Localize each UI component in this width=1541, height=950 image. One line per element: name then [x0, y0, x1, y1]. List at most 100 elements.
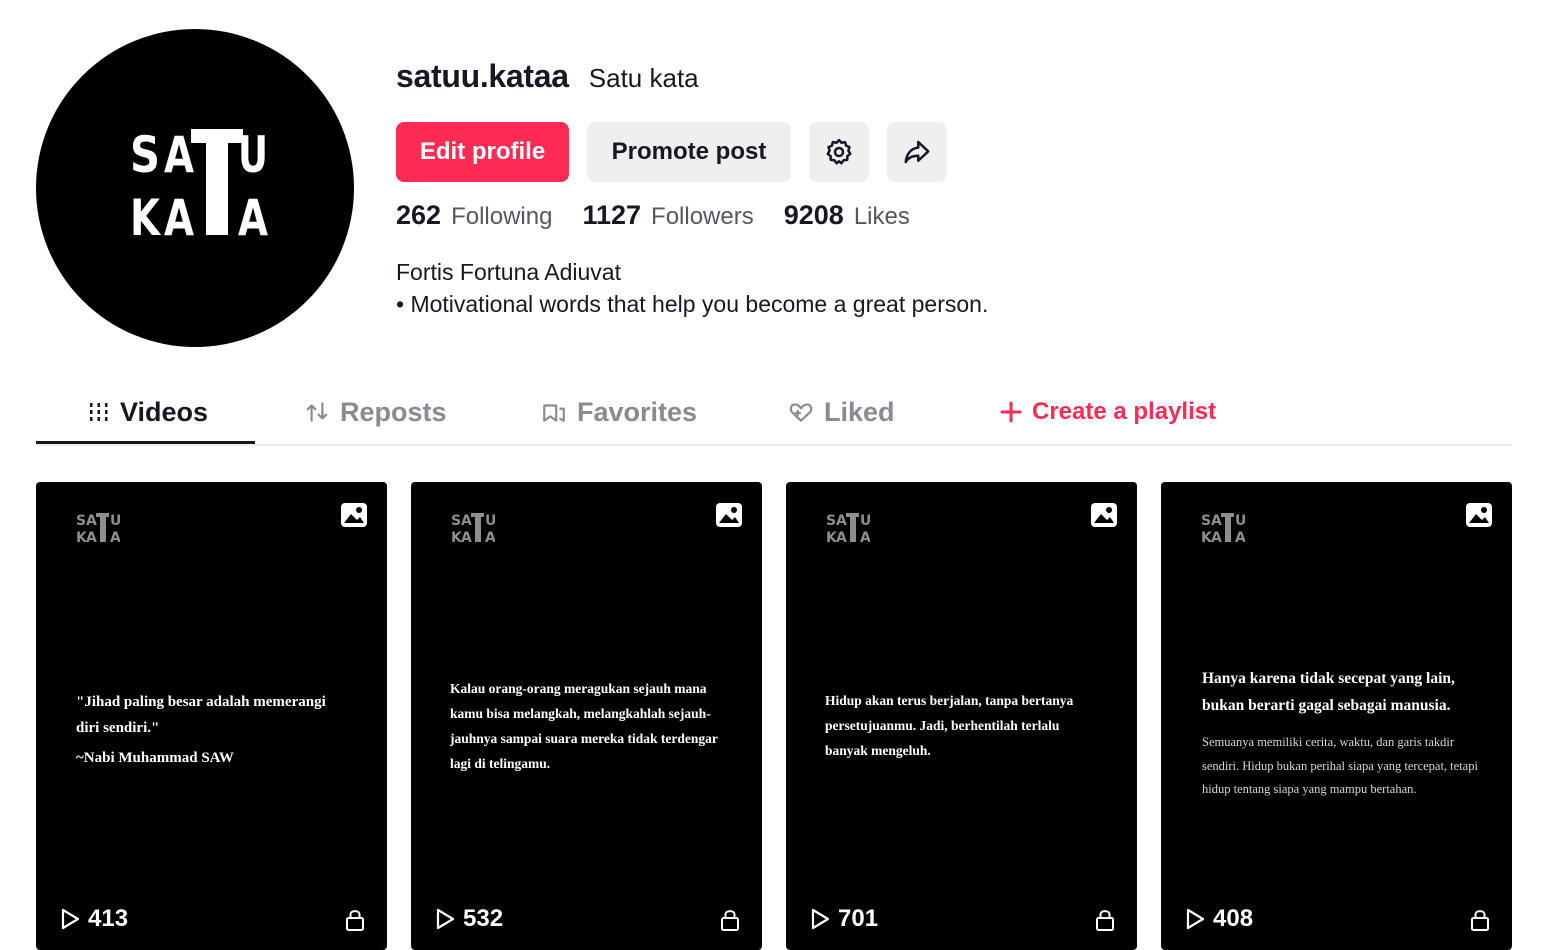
svg-text:A: A [485, 530, 495, 546]
bio-line: • Motivational words that help you becom… [396, 291, 989, 317]
tab-reposts[interactable]: Reposts [304, 380, 447, 444]
photo-post-icon [341, 503, 367, 527]
play-icon [811, 908, 830, 930]
bookmark-icon [543, 404, 565, 422]
quote-body: "Jihad paling besar adalah memerangi dir… [76, 694, 326, 736]
quote-text: "Jihad paling besar adalah memerangi dir… [76, 689, 346, 771]
video-grid: SAUKAA "Jihad paling besar adalah memera… [36, 482, 1512, 950]
likes-stat: 9208 Likes [784, 200, 910, 231]
play-icon [436, 908, 455, 930]
satu-kata-watermark: S A UK A A [826, 513, 870, 546]
view-count: 701 [810, 905, 878, 933]
content-tabs: Videos Reposts Favorites Liked Create a … [36, 380, 1512, 446]
svg-text:A: A [86, 513, 97, 529]
lock-icon [721, 910, 739, 931]
lock-icon [1471, 910, 1489, 931]
photo-post-icon [1091, 503, 1117, 527]
svg-text:S: S [1201, 513, 1211, 529]
view-count-value: 413 [88, 905, 129, 932]
view-count: 532 [435, 905, 503, 933]
video-card[interactable]: SAUKAA Hidup akan terus berjalan, tanpa … [786, 482, 1137, 950]
photo-post-icon [716, 503, 742, 527]
svg-text:A: A [238, 189, 268, 247]
grid-bars-icon [90, 403, 108, 421]
profile-actions: Edit profile Promote post [396, 122, 947, 182]
svg-text:A: A [461, 530, 472, 546]
profile-bio: Fortis Fortuna Adiuvat • Motivational wo… [396, 256, 988, 320]
svg-text:A: A [110, 530, 120, 546]
quote-heading: Hanya karena tidak secepat yang lain, bu… [1202, 670, 1455, 714]
following-label: Following [451, 203, 553, 230]
settings-button[interactable] [809, 122, 869, 182]
satu-kata-watermark: S A UK A A [451, 513, 495, 546]
share-profile-button[interactable] [887, 122, 947, 182]
likes-label: Likes [853, 203, 910, 230]
svg-text:A: A [860, 530, 870, 546]
lock-icon [1096, 910, 1114, 931]
bio-line: Fortis Fortuna Adiuvat [396, 259, 621, 285]
svg-text:A: A [86, 530, 97, 546]
share-arrow-icon [904, 140, 930, 164]
repost-icon [306, 402, 328, 422]
tab-label: Reposts [340, 396, 447, 427]
tab-favorites[interactable]: Favorites [541, 380, 697, 444]
play-icon [1186, 908, 1205, 930]
quote-body: Semuanya memiliki cerita, waktu, dan gar… [1202, 735, 1478, 796]
following-stat[interactable]: 262 Following [396, 200, 552, 231]
profile-avatar[interactable]: S A U K A A [36, 29, 354, 347]
video-card[interactable]: SAUKAA "Jihad paling besar adalah memera… [36, 482, 387, 950]
edit-profile-button[interactable]: Edit profile [396, 122, 569, 182]
create-playlist-button[interactable]: Create a playlist [1000, 380, 1216, 444]
svg-text:A: A [1235, 530, 1245, 546]
tab-label: Videos [120, 396, 209, 427]
satu-kata-watermark: S A UK A A [1201, 513, 1245, 546]
svg-text:U: U [860, 513, 870, 529]
quote-text: Hidup akan terus berjalan, tanpa bertany… [825, 693, 1074, 758]
svg-text:S: S [826, 513, 836, 529]
tab-label: Favorites [577, 396, 698, 427]
promote-post-button[interactable]: Promote post [587, 122, 791, 182]
followers-count: 1127 [582, 200, 642, 230]
lock-icon [346, 910, 364, 931]
create-playlist-label: Create a playlist [1032, 398, 1217, 425]
tab-videos[interactable]: Videos [88, 380, 208, 444]
view-count-value: 408 [1213, 905, 1254, 932]
view-count-value: 532 [463, 905, 504, 932]
quote-text: Hanya karena tidak secepat yang lain, bu… [1202, 665, 1492, 802]
view-count: 408 [1185, 905, 1253, 933]
active-tab-indicator [36, 441, 255, 444]
svg-text:K: K [130, 189, 162, 247]
video-card[interactable]: SAUKAA Kalau orang-orang meragukan sejau… [411, 482, 762, 950]
plus-icon [1000, 401, 1022, 423]
satu-kata-logo: S A U K A A [130, 126, 268, 247]
svg-text:A: A [1211, 513, 1222, 529]
following-count: 262 [396, 200, 442, 230]
svg-text:S: S [451, 513, 461, 529]
followers-label: Followers [651, 203, 754, 230]
gear-icon [826, 138, 852, 165]
view-count: 413 [60, 905, 128, 933]
svg-text:S: S [130, 126, 160, 184]
svg-text:U: U [485, 513, 495, 529]
svg-text:A: A [836, 513, 847, 529]
svg-text:A: A [164, 126, 194, 184]
profile-header: satuu.kataa Satu kata [396, 58, 699, 106]
heart-icon [789, 403, 813, 422]
profile-stats: 262 Following 1127 Followers 9208 Likes [396, 200, 910, 231]
svg-text:A: A [1211, 530, 1222, 546]
nickname: Satu kata [588, 63, 699, 93]
svg-text:S: S [76, 513, 86, 529]
svg-text:A: A [461, 513, 472, 529]
video-card[interactable]: SAUKAA Hanya karena tidak secepat yang l… [1161, 482, 1512, 950]
svg-text:A: A [164, 189, 194, 247]
tab-liked[interactable]: Liked [788, 380, 895, 444]
svg-text:A: A [836, 530, 847, 546]
username: satuu.kataa [396, 58, 569, 94]
satu-kata-watermark: S A UK A A [76, 513, 120, 546]
quote-author: ~Nabi Muhammad SAW [76, 750, 234, 766]
view-count-value: 701 [838, 905, 879, 932]
play-icon [61, 908, 80, 930]
followers-stat[interactable]: 1127 Followers [582, 200, 753, 231]
svg-text:U: U [1235, 513, 1245, 529]
quote-text: Kalau orang-orang meragukan sejauh mana … [450, 681, 718, 771]
